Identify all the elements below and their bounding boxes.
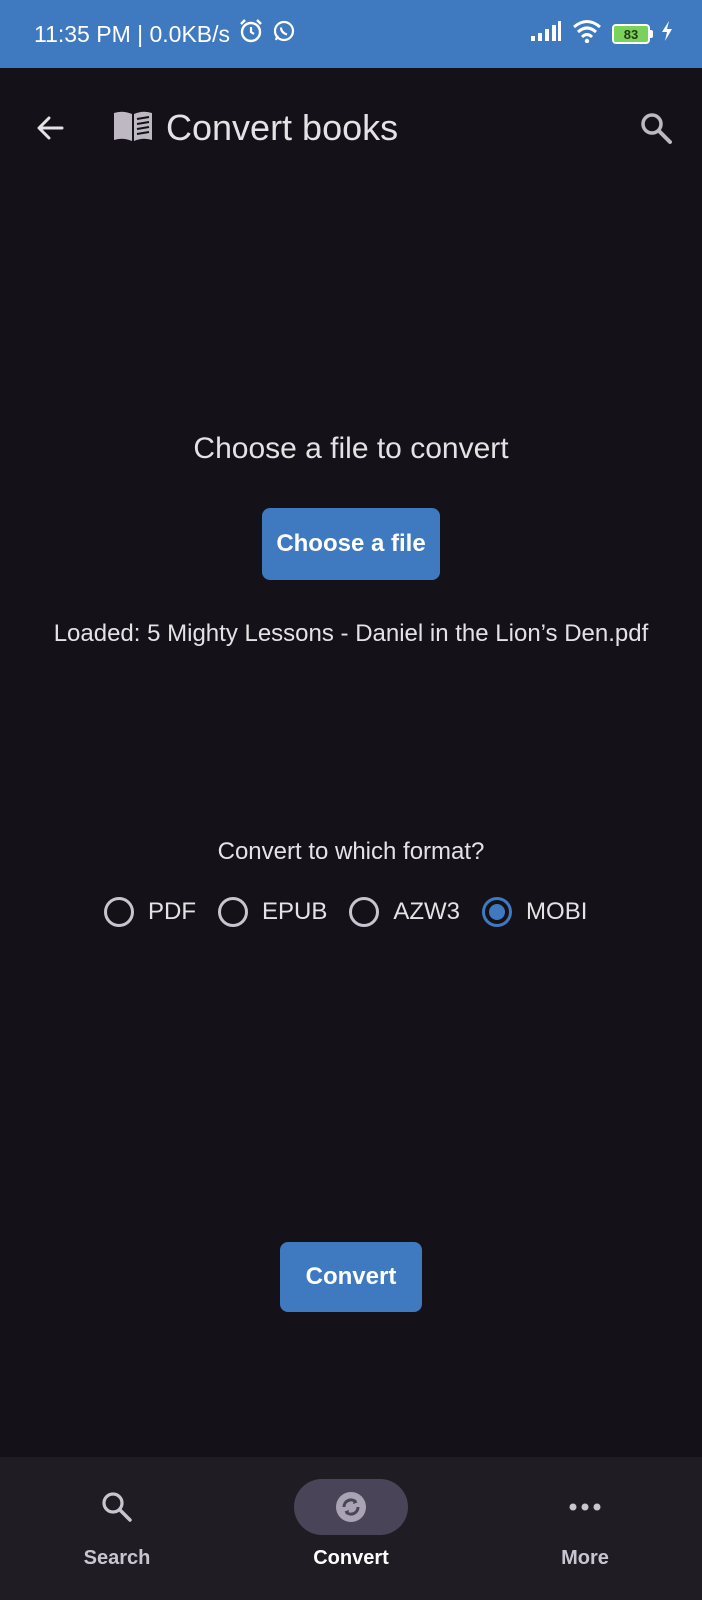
nav-item-convert[interactable]: Convert bbox=[234, 1457, 468, 1600]
status-time-speed: 11:35 PM | 0.0KB/s bbox=[34, 20, 231, 47]
page-title: Convert books bbox=[166, 107, 399, 148]
signal-icon bbox=[530, 20, 562, 48]
alarm-icon bbox=[238, 18, 264, 50]
loaded-file-text: Loaded: 5 Mighty Lessons - Daniel in the… bbox=[53, 620, 649, 647]
status-bar: 11:35 PM | 0.0KB/s 83 bbox=[0, 0, 702, 68]
radio-button[interactable] bbox=[349, 897, 380, 927]
more-dots-icon bbox=[569, 1503, 601, 1511]
radio-label: EPUB bbox=[262, 898, 328, 925]
radio-button-selected[interactable] bbox=[482, 897, 513, 927]
radio-button[interactable] bbox=[104, 897, 134, 927]
back-arrow-icon bbox=[37, 116, 64, 140]
book-icon bbox=[112, 109, 154, 148]
whatsapp-icon bbox=[272, 19, 296, 49]
search-icon bbox=[102, 1492, 132, 1522]
battery-icon: 83 bbox=[612, 24, 653, 44]
radio-button[interactable] bbox=[218, 897, 248, 927]
choose-file-button[interactable]: Choose a file bbox=[262, 508, 440, 580]
nav-active-indicator bbox=[294, 1479, 408, 1535]
nav-label: Convert bbox=[313, 1547, 389, 1569]
sync-icon bbox=[336, 1492, 366, 1522]
nav-label: More bbox=[561, 1547, 609, 1569]
convert-button[interactable]: Convert bbox=[280, 1242, 422, 1312]
format-option-azw3[interactable]: AZW3 bbox=[349, 897, 460, 927]
app-bar: Convert books bbox=[0, 68, 702, 188]
back-button[interactable] bbox=[30, 108, 70, 148]
format-option-mobi[interactable]: MOBI bbox=[482, 897, 587, 927]
charging-icon bbox=[660, 20, 674, 48]
radio-label: AZW3 bbox=[393, 898, 461, 925]
nav-item-more[interactable]: More bbox=[468, 1457, 702, 1600]
radio-label: PDF bbox=[148, 898, 196, 925]
bottom-navigation: Search Convert More bbox=[0, 1457, 702, 1600]
nav-item-search[interactable]: Search bbox=[0, 1457, 234, 1600]
nav-label: Search bbox=[83, 1547, 151, 1569]
format-question: Convert to which format? bbox=[217, 838, 485, 865]
choose-file-heading: Choose a file to convert bbox=[193, 432, 509, 465]
search-button[interactable] bbox=[634, 106, 678, 150]
wifi-icon bbox=[572, 19, 602, 49]
format-option-pdf[interactable]: PDF bbox=[104, 897, 196, 927]
format-radio-group: PDF EPUB AZW3 MOBI bbox=[104, 890, 609, 934]
radio-label: MOBI bbox=[526, 898, 588, 925]
search-icon bbox=[641, 113, 672, 144]
format-option-epub[interactable]: EPUB bbox=[218, 897, 327, 927]
